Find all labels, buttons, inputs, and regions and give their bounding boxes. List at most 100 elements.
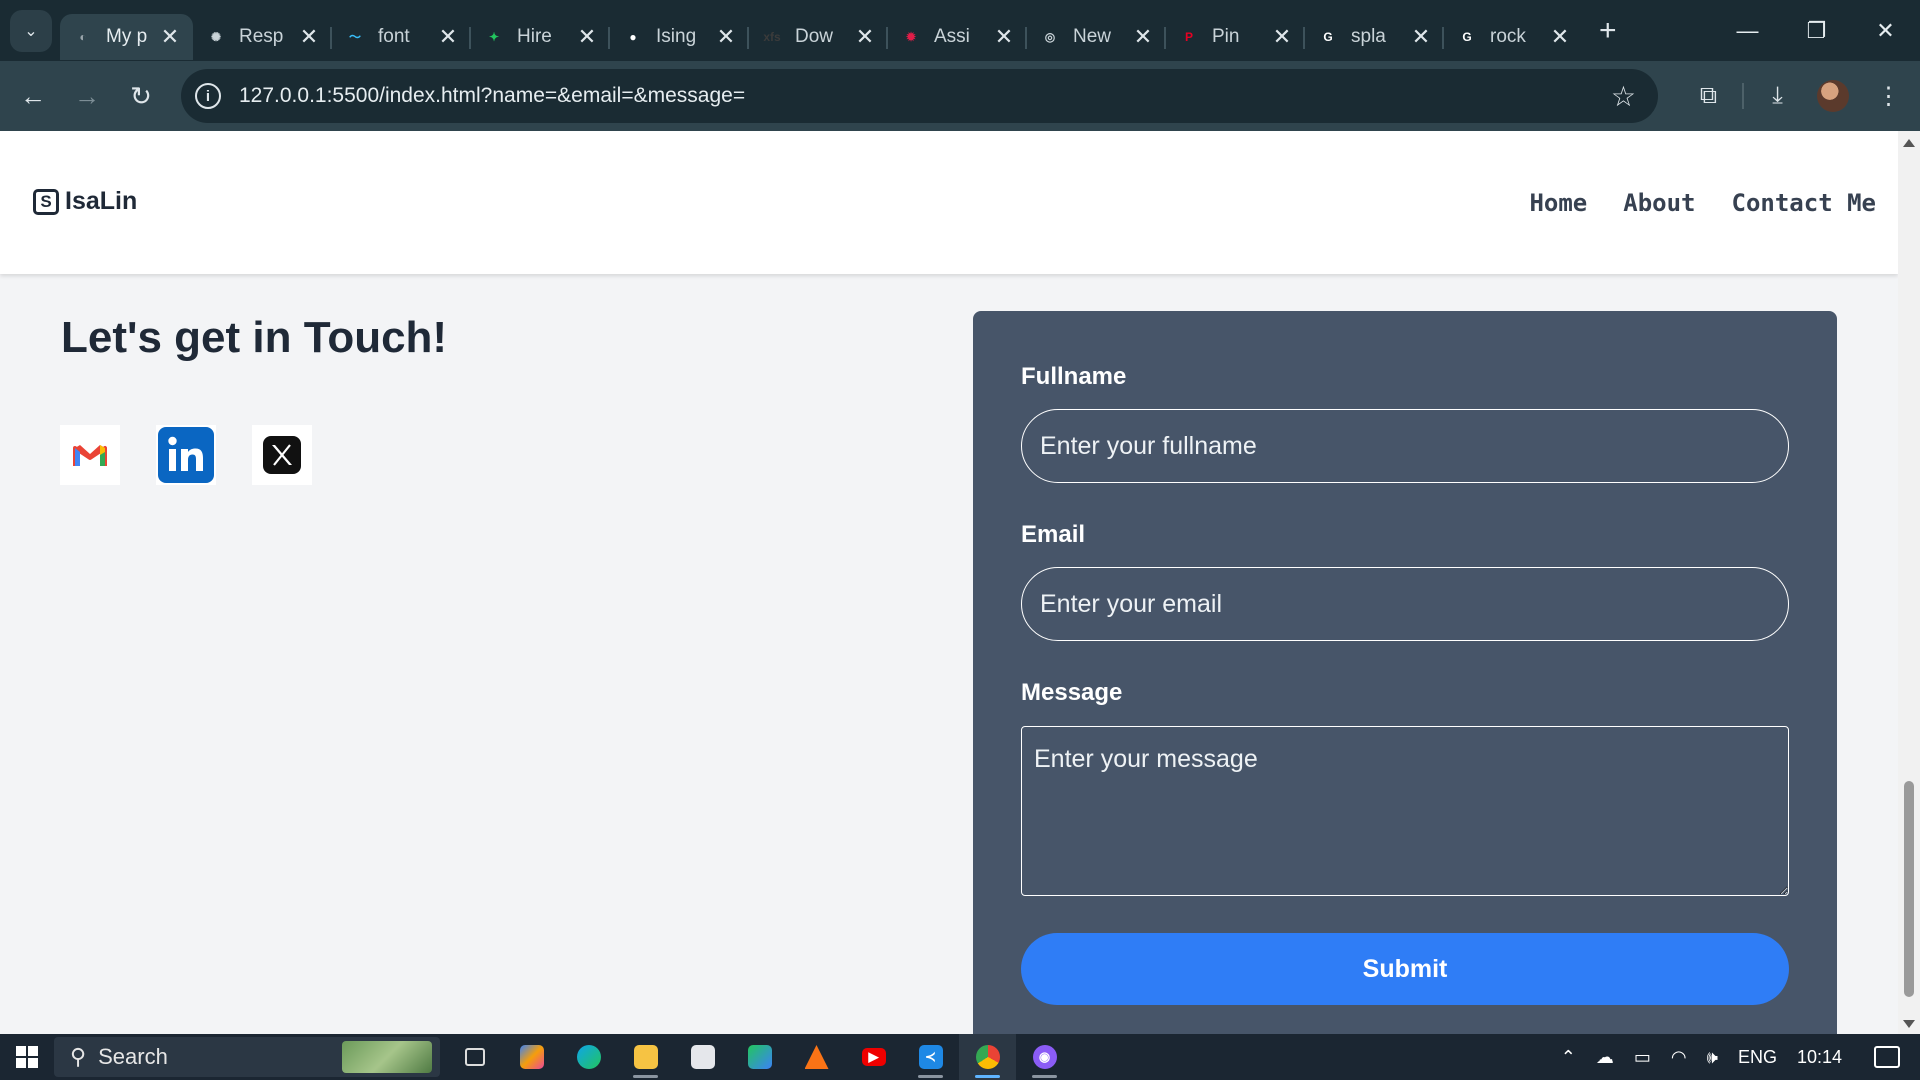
taskbar-search[interactable]: ⚲ Search xyxy=(54,1037,440,1077)
tab-close-icon[interactable]: ✕ xyxy=(1132,24,1154,50)
window-controls: — ❐ ✕ xyxy=(1713,0,1920,61)
toolbar-divider xyxy=(1742,83,1744,109)
download-icon[interactable]: ⤓ xyxy=(1750,82,1805,110)
youtube-button[interactable]: ▶ xyxy=(845,1034,902,1080)
tab-search-button[interactable]: ⌄ xyxy=(10,9,52,52)
clock[interactable]: 10:14 xyxy=(1797,1047,1842,1068)
nav-contact[interactable]: Contact Me xyxy=(1732,189,1877,217)
onedrive-icon[interactable]: ☁ xyxy=(1596,1047,1614,1068)
profile-avatar[interactable] xyxy=(1817,80,1849,112)
github-desktop-button[interactable]: ◉ xyxy=(1016,1034,1073,1080)
tab-title: Hire xyxy=(517,25,552,47)
tab-favicon-icon: ✦ xyxy=(488,29,500,44)
language-indicator[interactable]: ENG xyxy=(1738,1047,1777,1068)
tab-close-icon[interactable]: ✕ xyxy=(437,24,459,50)
tab-close-icon[interactable]: ✕ xyxy=(298,24,320,50)
notification-icon[interactable] xyxy=(1874,1046,1900,1068)
fullname-input[interactable] xyxy=(1021,409,1789,483)
browser-tab[interactable]: P Pin ✕ xyxy=(1166,14,1305,60)
browser-tab[interactable]: ◐ My p ✕ xyxy=(60,13,193,60)
browser-tab[interactable]: Grock ✕ xyxy=(1444,14,1583,60)
minimize-icon[interactable]: — xyxy=(1713,0,1782,61)
copilot-button[interactable] xyxy=(503,1034,560,1080)
bookmark-star-icon[interactable]: ☆ xyxy=(1611,80,1636,113)
tab-close-icon[interactable]: ✕ xyxy=(993,24,1015,50)
logo-icon: S xyxy=(33,188,59,215)
extensions-icon[interactable]: ⧉ xyxy=(1681,82,1736,110)
main-nav: Home About Contact Me xyxy=(1493,189,1876,217)
tab-close-icon[interactable]: ✕ xyxy=(1410,24,1432,50)
linkedin-link[interactable] xyxy=(156,425,216,485)
restore-icon[interactable]: ❐ xyxy=(1782,0,1851,61)
page-scrollbar[interactable] xyxy=(1898,131,1920,1034)
close-window-icon[interactable]: ✕ xyxy=(1851,0,1920,61)
logo-text: IsaLin xyxy=(65,187,138,215)
new-tab-button[interactable]: + xyxy=(1599,14,1617,48)
fullname-label: Fullname xyxy=(1021,363,1127,390)
browser-tab[interactable]: ✹ Assi ✕ xyxy=(888,14,1027,60)
email-input[interactable] xyxy=(1021,567,1789,641)
browser-tab[interactable]: xfs Dow ✕ xyxy=(749,14,888,60)
wifi-icon[interactable]: ◠ xyxy=(1671,1047,1687,1068)
tab-close-icon[interactable]: ✕ xyxy=(1271,24,1293,50)
chrome-button[interactable] xyxy=(959,1034,1016,1080)
tray-expand-icon[interactable]: ⌃ xyxy=(1561,1047,1576,1068)
edge-button[interactable] xyxy=(560,1034,617,1080)
scroll-down-icon[interactable] xyxy=(1903,1020,1915,1028)
store-button[interactable] xyxy=(674,1034,731,1080)
tab-close-icon[interactable]: ✕ xyxy=(715,24,737,50)
file-explorer-button[interactable] xyxy=(617,1034,674,1080)
back-arrow-icon[interactable]: ← xyxy=(6,81,60,112)
browser-tab[interactable]: ◎ New ✕ xyxy=(1027,14,1166,60)
tab-favicon-icon: P xyxy=(1184,29,1193,44)
message-textarea[interactable] xyxy=(1021,726,1789,896)
browser-tab[interactable]: ✺ Resp ✕ xyxy=(193,14,332,60)
tab-close-icon[interactable]: ✕ xyxy=(1549,24,1571,50)
web-page: S IsaLin Home About Contact Me Let's get… xyxy=(0,131,1898,1034)
tab-favicon-icon: ◎ xyxy=(1044,29,1056,44)
tab-close-icon[interactable]: ✕ xyxy=(576,24,598,50)
url-text[interactable]: 127.0.0.1:5500/index.html?name=&email=&m… xyxy=(239,84,745,108)
nav-home[interactable]: Home xyxy=(1529,189,1587,217)
github-desktop-icon: ◉ xyxy=(1032,1045,1057,1069)
email-label: Email xyxy=(1021,521,1086,548)
search-icon: ⚲ xyxy=(70,1044,87,1069)
volume-icon[interactable]: 🕪 xyxy=(1707,1047,1718,1068)
edge-icon xyxy=(576,1045,601,1069)
tab-title: rock xyxy=(1490,25,1526,47)
reload-icon[interactable]: ↻ xyxy=(114,81,168,112)
browser-tab[interactable]: ✦ Hire ✕ xyxy=(471,14,610,60)
task-view-icon xyxy=(464,1048,485,1066)
vscode-button[interactable]: ≺ xyxy=(902,1034,959,1080)
vlc-cone-icon xyxy=(804,1045,829,1069)
tab-close-icon[interactable]: ✕ xyxy=(159,24,181,50)
vscode-icon: ≺ xyxy=(918,1045,943,1069)
tab-favicon-icon: ◐ xyxy=(79,29,87,44)
battery-icon[interactable]: ▭ xyxy=(1634,1047,1651,1068)
x-link[interactable] xyxy=(252,425,312,485)
play-icon xyxy=(747,1045,772,1069)
tab-title: Dow xyxy=(795,25,834,47)
page-title: Let's get in Touch! xyxy=(61,313,448,362)
forward-arrow-icon[interactable]: → xyxy=(60,81,114,112)
vlc-button[interactable] xyxy=(788,1034,845,1080)
menu-kebab-icon[interactable]: ⋮ xyxy=(1861,82,1916,111)
tab-close-icon[interactable]: ✕ xyxy=(854,24,876,50)
nav-about[interactable]: About xyxy=(1623,189,1695,217)
play-store-button[interactable] xyxy=(731,1034,788,1080)
gmail-link[interactable] xyxy=(60,425,120,485)
start-button[interactable] xyxy=(0,1034,54,1080)
task-view-button[interactable] xyxy=(446,1034,503,1080)
tab-favicon-icon: G xyxy=(1462,29,1472,44)
address-bar[interactable]: i 127.0.0.1:5500/index.html?name=&email=… xyxy=(181,69,1658,123)
scroll-up-icon[interactable] xyxy=(1903,139,1915,147)
browser-tab[interactable]: ● Ising ✕ xyxy=(610,14,749,60)
site-info-icon[interactable]: i xyxy=(195,83,221,109)
site-header: S IsaLin Home About Contact Me xyxy=(0,131,1898,274)
browser-tab[interactable]: 〜 font ✕ xyxy=(332,14,471,60)
site-logo[interactable]: S IsaLin xyxy=(33,187,137,216)
tab-title: New xyxy=(1073,25,1112,47)
scrollbar-thumb[interactable] xyxy=(1904,781,1914,997)
submit-button[interactable]: Submit xyxy=(1021,933,1789,1005)
browser-tab[interactable]: Gspla ✕ xyxy=(1305,14,1444,60)
